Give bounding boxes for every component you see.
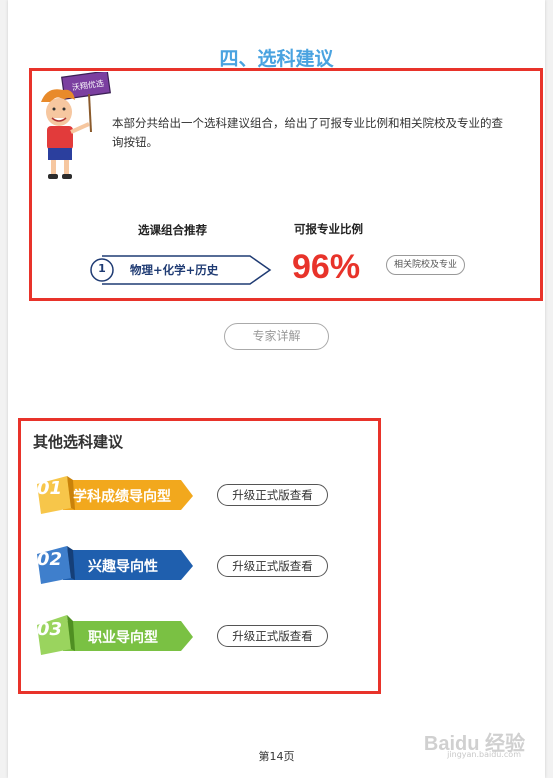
combo-subjects: 物理+化学+历史 — [130, 263, 219, 277]
other-suggestions-title: 其他选科建议 — [33, 433, 124, 451]
ratio-value: 96% — [292, 248, 361, 286]
option-label-1: 学科成绩导向型 — [73, 489, 171, 505]
combo-number: 1 — [98, 262, 106, 275]
combo-header: 选课组合推荐 — [138, 223, 207, 237]
expert-detail-button[interactable]: 专家详解 — [224, 323, 329, 350]
upgrade-button-3[interactable]: 升级正式版查看 — [217, 625, 328, 647]
upgrade-button-2[interactable]: 升级正式版查看 — [217, 555, 328, 577]
watermark-url: jingyan.baidu.com — [447, 750, 521, 759]
option-label-3: 职业导向型 — [88, 630, 158, 646]
intro-text: 本部分共给出一个选科建议组合，给出了可报专业比例和相关院校及专业的查询按钮。 — [112, 116, 503, 149]
option-number-2: 02 — [37, 549, 63, 570]
ratio-header: 可报专业比例 — [294, 222, 363, 236]
option-label-2: 兴趣导向性 — [88, 559, 158, 575]
related-schools-button[interactable]: 相关院校及专业 — [386, 255, 465, 275]
section-title: 四、选科建议 — [219, 48, 334, 70]
option-number-3: 03 — [37, 619, 63, 640]
upgrade-button-1[interactable]: 升级正式版查看 — [217, 484, 328, 506]
option-number-1: 01 — [37, 478, 63, 499]
